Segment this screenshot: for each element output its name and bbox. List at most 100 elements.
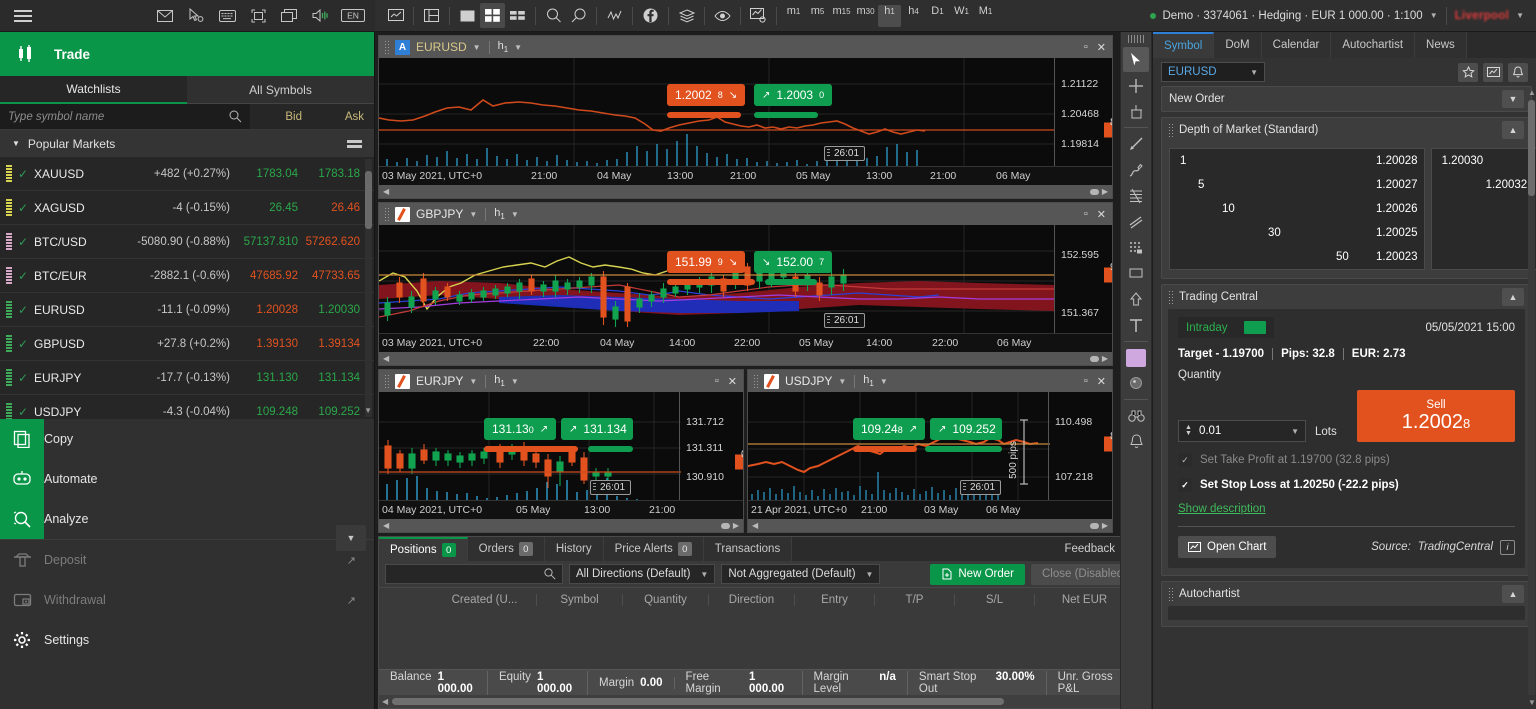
column-header[interactable]: Symbol [537, 593, 623, 606]
aggregation-filter-select[interactable]: Not Aggregated (Default) ▼ [721, 564, 881, 584]
rectangle-icon[interactable] [1123, 261, 1149, 286]
tab-price-alerts[interactable]: Price Alerts 0 [603, 537, 704, 561]
drag-grip[interactable] [1169, 123, 1173, 137]
symbol-row[interactable]: ✓ XAGUSD -4 (-0.15%) 26.45 26.46 [0, 191, 374, 225]
chart-time-axis[interactable]: 04 May 2021, UTC+0 05 May 13:00 21:00 [379, 500, 743, 519]
tab-all-symbols[interactable]: All Symbols [187, 76, 374, 104]
scroll-thumb[interactable] [392, 698, 1005, 705]
drag-grip[interactable] [385, 207, 389, 221]
chart-type-badge[interactable] [395, 373, 410, 389]
scroll-up-arrow[interactable]: ▲ [1528, 88, 1536, 97]
pencil-icon[interactable] [1123, 157, 1149, 182]
tab-symbol[interactable]: Symbol [1153, 32, 1215, 58]
expand-menu-button[interactable]: ▼ [336, 525, 366, 551]
mail-icon[interactable] [155, 7, 175, 25]
symbol-row[interactable]: ✓ USDJPY -4.3 (-0.04%) 109.248 109.252 [0, 395, 374, 419]
chevron-down-icon[interactable]: ▼ [1291, 427, 1299, 436]
dom-buy-row[interactable]: 1.2003550 [1432, 221, 1536, 245]
chart-symbol-label[interactable]: GBPJPY [416, 207, 463, 221]
menu-hamburger-icon[interactable] [0, 0, 46, 31]
check-icon[interactable]: ✓ [12, 371, 34, 385]
drag-grip[interactable] [754, 374, 758, 388]
symbol-row[interactable]: ✓ BTC/EUR -2882.1 (-0.6%) 47685.92 47733.65 [0, 259, 374, 293]
chevron-down-icon[interactable]: ▼ [469, 210, 477, 219]
close-icon[interactable]: ✕ [1097, 208, 1106, 221]
symbol-row[interactable]: ✓ EURUSD -11.1 (-0.09%) 1.20028 1.20030 [0, 293, 374, 327]
symbol-row[interactable]: ✓ GBPUSD +27.8 (+0.2%) 1.39130 1.39134 [0, 327, 374, 361]
dom-sell-row[interactable]: 1 1.20028 [1170, 149, 1424, 173]
sell-quote-button[interactable]: 1.2002 8 ↘ [667, 84, 746, 106]
drag-grip[interactable] [1169, 587, 1173, 601]
scroll-left-arrow[interactable]: ◀ [752, 521, 758, 530]
list-menu-icon[interactable] [347, 139, 362, 148]
grid-icon[interactable] [1123, 235, 1149, 260]
check-icon[interactable]: ✓ [12, 269, 34, 283]
sound-icon[interactable] [310, 7, 330, 25]
drag-grip[interactable] [1169, 290, 1173, 304]
bell-icon[interactable] [1123, 429, 1149, 454]
snap-icon[interactable] [1123, 99, 1149, 124]
binoculars-icon[interactable] [1123, 403, 1149, 428]
scroll-right-arrow[interactable]: ▶ [1102, 187, 1108, 196]
eye-icon[interactable] [710, 3, 735, 28]
language-icon[interactable]: EN [341, 7, 365, 25]
cursor-icon[interactable] [1123, 47, 1149, 72]
chevron-up-icon[interactable]: ▲ [1502, 585, 1524, 603]
dom-buy-row[interactable]: 1.2003215 [1432, 173, 1536, 197]
chart-settings-icon[interactable] [746, 3, 771, 28]
buy-quote-button[interactable]: ↗ 131.134 [561, 418, 633, 440]
sell-quote-button[interactable]: 151.99 9 ↘ [667, 251, 746, 273]
dom-sell-row[interactable]: 50 1.20023 [1170, 245, 1424, 269]
scroll-thumb[interactable] [1089, 355, 1099, 362]
chart-symbol-label[interactable]: EURUSD [416, 40, 467, 54]
scroll-right-arrow[interactable]: ▶ [733, 521, 739, 530]
circle-icon[interactable] [1123, 371, 1149, 396]
layers-icon[interactable] [674, 3, 699, 28]
scroll-right-arrow[interactable]: ▶ [1102, 521, 1108, 530]
buy-quote-button[interactable]: ↘ 152.00 7 [754, 251, 833, 273]
timeframe-m30[interactable]: m 30 [854, 5, 877, 27]
symbol-bid[interactable]: 1.39130 [238, 338, 300, 350]
timeframe-m1[interactable]: m1 [782, 5, 805, 27]
symbol-ask[interactable]: 1783.18 [300, 168, 362, 180]
new-order-card[interactable]: New Order ▼ [1161, 86, 1532, 112]
symbol-bid[interactable]: 47685.92 [238, 270, 300, 282]
watchlist-group-header[interactable]: ▼ Popular Markets [0, 130, 374, 157]
account-selector[interactable]: Demo · 3374061 · Hedging · EUR 1 000.00 … [1149, 10, 1438, 22]
timeframe-m15[interactable]: m 15 [830, 5, 853, 27]
symbol-ask[interactable]: 47733.65 [300, 270, 362, 282]
sell-button[interactable]: Sell 1.20028 [1357, 390, 1515, 442]
scroll-right-arrow[interactable]: ▶ [1102, 354, 1108, 363]
new-order-button[interactable]: New Order [930, 563, 1025, 585]
chevron-down-icon[interactable]: ▼ [1502, 90, 1524, 108]
tab-positions[interactable]: Positions 0 [379, 537, 468, 561]
buy-quote-button[interactable]: ↗ 109.252 [930, 418, 1002, 440]
symbol-row[interactable]: ✓ BTC/USD -5080.90 (-0.88%) 57137.810 57262.… [0, 225, 374, 259]
chart-symbol-label[interactable]: EURJPY [416, 374, 463, 388]
open-chart-button[interactable]: Open Chart [1178, 536, 1277, 558]
symbol-search-box[interactable] [0, 104, 250, 129]
scroll-thumb[interactable] [720, 522, 730, 529]
scroll-left-arrow[interactable]: ◀ [383, 187, 389, 196]
sidebar-item-analyze[interactable]: Analyze [0, 499, 374, 539]
timeframe-D1[interactable]: D1 [926, 5, 949, 27]
chart-price-axis[interactable]: 1.21122 1.20468 1.19814 1.20028 [1054, 58, 1112, 166]
symbol-bid[interactable]: 109.248 [238, 406, 300, 418]
scroll-down-arrow[interactable]: ▼ [1528, 698, 1536, 707]
column-header[interactable]: Direction [709, 593, 795, 606]
column-header[interactable]: T/P [875, 593, 955, 606]
chart-price-axis[interactable]: 110.498 107.218 109.248 [1048, 392, 1112, 500]
buy-quote-button[interactable]: ↗ 1.2003 0 [754, 84, 833, 106]
column-header[interactable]: S/L [955, 593, 1035, 606]
chart-hscroll[interactable]: ◀ ▶ [379, 519, 743, 532]
symbol-bid[interactable]: 26.45 [238, 202, 300, 214]
scroll-down-arrow[interactable]: ▼ [364, 406, 372, 415]
chart-canvas[interactable]: 500 pips 109.248 ↗ ↗ 109.252 26:01 110.498… [748, 392, 1112, 519]
quantity-stepper[interactable]: ▲ ▼ 0.01 ▼ [1178, 420, 1306, 442]
column-header[interactable]: Quantity [623, 593, 709, 606]
fullscreen-icon[interactable] [248, 7, 268, 25]
sidebar-item-copy[interactable]: Copy [0, 419, 374, 459]
dock-hscroll[interactable]: ◀ ▶ [379, 695, 1144, 708]
timeframe-m5[interactable]: m5 [806, 5, 829, 27]
close-icon[interactable]: ✕ [728, 375, 737, 388]
